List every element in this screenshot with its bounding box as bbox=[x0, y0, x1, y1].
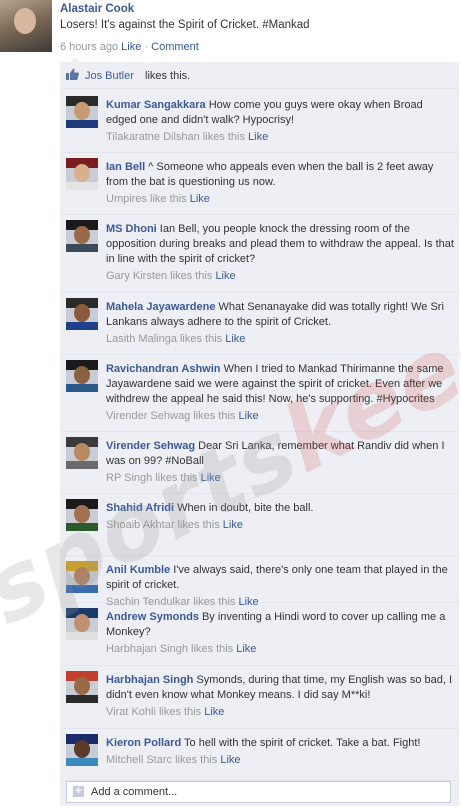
post-like-link[interactable]: Like bbox=[121, 41, 141, 53]
commenter-name[interactable]: Virender Sehwag bbox=[106, 440, 195, 452]
comment-like-link[interactable]: Like bbox=[220, 754, 240, 766]
thumbs-up-icon bbox=[66, 68, 79, 80]
commenter-avatar[interactable] bbox=[66, 499, 98, 531]
comment-likers[interactable]: RP Singh likes this bbox=[106, 472, 198, 484]
comment-item: Ravichandran Ashwin When I tried to Mank… bbox=[60, 354, 459, 432]
commenter-avatar[interactable] bbox=[66, 220, 98, 252]
comment-text: ^ Someone who appeals even when the ball… bbox=[106, 161, 434, 188]
comment-meta: Virender Sehwag likes this Like bbox=[106, 409, 454, 424]
comment-item: Harbhajan Singh Symonds, during that tim… bbox=[60, 665, 459, 729]
comment-body: Mahela Jayawardene What Senanayake did w… bbox=[106, 300, 454, 347]
comment-meta: RP Singh likes this Like bbox=[106, 471, 454, 486]
comment-text: Ian Bell, you people knock the dressing … bbox=[106, 223, 454, 265]
commenter-avatar[interactable] bbox=[66, 437, 98, 469]
comment-like-link[interactable]: Like bbox=[225, 333, 245, 345]
commenter-avatar[interactable] bbox=[66, 96, 98, 128]
comment-body: Harbhajan Singh Symonds, during that tim… bbox=[106, 673, 454, 720]
comment-meta: Mitchell Starc likes this Like bbox=[106, 753, 454, 768]
comment-item: Shahid Afridi When in doubt, bite the ba… bbox=[60, 493, 459, 556]
commenter-avatar[interactable] bbox=[66, 671, 98, 703]
add-comment-placeholder[interactable]: Add a comment... bbox=[91, 786, 177, 798]
post-author-name[interactable]: Alastair Cook bbox=[60, 3, 134, 15]
commenter-avatar[interactable] bbox=[66, 158, 98, 190]
comment-meta: Virat Kohli likes this Like bbox=[106, 705, 454, 720]
commenter-avatar[interactable] bbox=[66, 561, 98, 593]
comments-panel: Jos Butler likes this. Kumar Sangakkara … bbox=[60, 57, 459, 806]
commenter-name[interactable]: Shahid Afridi bbox=[106, 502, 174, 514]
comment-likers[interactable]: Tilakaratne Dilshan likes this bbox=[106, 131, 245, 143]
comment-like-link[interactable]: Like bbox=[238, 410, 258, 422]
comment-text: When in doubt, bite the ball. bbox=[174, 502, 314, 514]
commenter-avatar[interactable] bbox=[66, 608, 98, 640]
comment-item: Andrew Symonds By inventing a Hindi word… bbox=[60, 602, 459, 666]
add-comment-plus-icon: + bbox=[73, 786, 84, 797]
commenter-avatar[interactable] bbox=[66, 360, 98, 392]
comment-meta: Lasith Malinga likes this Like bbox=[106, 332, 454, 347]
post-text: Losers! It's against the Spirit of Crick… bbox=[60, 19, 310, 31]
comment-likers[interactable]: Virender Sehwag likes this bbox=[106, 410, 235, 422]
author-avatar[interactable] bbox=[0, 0, 52, 52]
commenter-avatar[interactable] bbox=[66, 734, 98, 766]
comment-meta: Tilakaratne Dilshan likes this Like bbox=[106, 130, 454, 145]
comment-like-link[interactable]: Like bbox=[248, 131, 268, 143]
commenter-name[interactable]: Kumar Sangakkara bbox=[106, 99, 206, 111]
add-comment-box[interactable]: + Add a comment... bbox=[66, 781, 451, 803]
commenter-name[interactable]: Andrew Symonds bbox=[106, 611, 199, 623]
likes-summary: Jos Butler likes this. bbox=[60, 62, 459, 89]
comment-like-link[interactable]: Like bbox=[215, 270, 235, 282]
comment-body: Ravichandran Ashwin When I tried to Mank… bbox=[106, 362, 454, 424]
commenter-name[interactable]: Anil Kumble bbox=[106, 564, 170, 576]
post-timestamp[interactable]: 6 hours ago bbox=[60, 41, 118, 53]
comment-likers[interactable]: Mitchell Starc likes this bbox=[106, 754, 217, 766]
commenter-name[interactable]: Ian Bell bbox=[106, 161, 145, 173]
commenter-name[interactable]: Kieron Pollard bbox=[106, 737, 181, 749]
comment-like-link[interactable]: Like bbox=[204, 706, 224, 718]
comment-item: Mahela Jayawardene What Senanayake did w… bbox=[60, 292, 459, 355]
comment-likers[interactable]: Lasith Malinga likes this bbox=[106, 333, 222, 345]
comment-like-link[interactable]: Like bbox=[223, 519, 243, 531]
comment-likers[interactable]: Virat Kohli likes this bbox=[106, 706, 201, 718]
comment-meta: Gary Kirsten likes this Like bbox=[106, 269, 454, 284]
comment-body: Andrew Symonds By inventing a Hindi word… bbox=[106, 610, 454, 657]
comment-body: Kieron Pollard To hell with the spirit o… bbox=[106, 736, 454, 768]
commenter-name[interactable]: Mahela Jayawardene bbox=[106, 301, 215, 313]
comment-text: To hell with the spirit of cricket. Take… bbox=[181, 737, 421, 749]
comment-item: Kumar Sangakkara How come you guys were … bbox=[60, 90, 459, 153]
comment-like-link[interactable]: Like bbox=[236, 643, 256, 655]
comment-likers[interactable]: Shoaib Akhtar likes this bbox=[106, 519, 220, 531]
comment-meta: Harbhajan Singh likes this Like bbox=[106, 642, 454, 657]
comment-like-link[interactable]: Like bbox=[190, 193, 210, 205]
comment-like-link[interactable]: Like bbox=[201, 472, 221, 484]
post-comment-link[interactable]: Comment bbox=[151, 41, 199, 53]
comment-likers[interactable]: Umpires like this bbox=[106, 193, 187, 205]
meta-separator: · bbox=[144, 41, 149, 53]
comment-body: Kumar Sangakkara How come you guys were … bbox=[106, 98, 454, 145]
commenter-name[interactable]: MS Dhoni bbox=[106, 223, 157, 235]
comment-body: MS Dhoni Ian Bell, you people knock the … bbox=[106, 222, 454, 284]
comment-likers[interactable]: Harbhajan Singh likes this bbox=[106, 643, 233, 655]
comment-item: Kieron Pollard To hell with the spirit o… bbox=[60, 728, 459, 781]
comment-item: Virender Sehwag Dear Sri Lanka, remember… bbox=[60, 431, 459, 494]
commenter-avatar[interactable] bbox=[66, 298, 98, 330]
likes-person-link[interactable]: Jos Butler bbox=[85, 70, 134, 82]
commenter-name[interactable]: Harbhajan Singh bbox=[106, 674, 193, 686]
comment-meta: Umpires like this Like bbox=[106, 192, 454, 207]
comment-body: Ian Bell ^ Someone who appeals even when… bbox=[106, 160, 454, 207]
comment-likers[interactable]: Gary Kirsten likes this bbox=[106, 270, 212, 282]
comment-body: Virender Sehwag Dear Sri Lanka, remember… bbox=[106, 439, 454, 486]
comment-item: Anil Kumble I've always said, there's on… bbox=[60, 555, 459, 608]
comment-item: Ian Bell ^ Someone who appeals even when… bbox=[60, 152, 459, 215]
comment-meta: Shoaib Akhtar likes this Like bbox=[106, 518, 454, 533]
comment-body: Shahid Afridi When in doubt, bite the ba… bbox=[106, 501, 454, 533]
comment-item: MS Dhoni Ian Bell, you people knock the … bbox=[60, 214, 459, 293]
commenter-name[interactable]: Ravichandran Ashwin bbox=[106, 363, 221, 375]
status-post: Alastair Cook Losers! It's against the S… bbox=[0, 0, 461, 62]
likes-text: likes this. bbox=[145, 70, 191, 82]
post-meta: 6 hours ago Like · Comment bbox=[60, 41, 199, 53]
